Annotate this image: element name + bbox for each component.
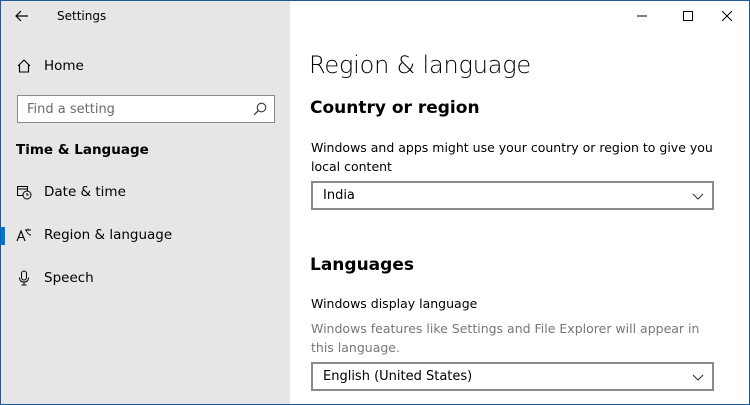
sidebar-item-speech[interactable]: Speech [1, 262, 290, 294]
close-icon [722, 11, 732, 21]
country-dropdown[interactable]: India [311, 181, 714, 210]
country-description: Windows and apps might use your country … [311, 140, 713, 174]
microphone-icon [15, 269, 33, 287]
display-language-description: Windows features like Settings and File … [311, 321, 700, 355]
home-icon [15, 57, 33, 75]
sidebar-item-label: Speech [44, 270, 94, 286]
dropdown-value: India [323, 188, 355, 203]
sidebar-item-label: Date & time [44, 184, 126, 200]
languages-heading: Languages [310, 255, 414, 275]
minimize-icon [637, 15, 647, 17]
selection-indicator [1, 227, 5, 245]
app-title: Settings [57, 9, 107, 23]
dropdown-value: English (United States) [323, 369, 473, 384]
title-bar: Settings [1, 1, 290, 32]
sidebar-item-region-language[interactable]: Region & language [1, 219, 290, 251]
calendar-clock-icon [15, 183, 33, 201]
search-field[interactable] [17, 95, 275, 123]
display-language-label: Windows display language [311, 296, 478, 311]
back-button[interactable] [7, 4, 37, 28]
minimize-button[interactable] [619, 1, 665, 31]
back-arrow-icon [15, 10, 28, 22]
display-language-dropdown[interactable]: English (United States) [311, 362, 714, 391]
maximize-icon [683, 11, 693, 21]
section-header: Time & Language [16, 142, 149, 158]
language-icon [15, 226, 33, 244]
sidebar: Settings Home Time & Language [1, 1, 290, 404]
sidebar-item-date-time[interactable]: Date & time [1, 176, 290, 208]
country-heading: Country or region [310, 98, 480, 118]
search-input[interactable] [18, 96, 248, 122]
search-icon[interactable] [252, 101, 268, 117]
chevron-down-icon [692, 374, 704, 381]
sidebar-item-home[interactable]: Home [1, 50, 290, 82]
page-title: Region & language [309, 51, 531, 79]
sidebar-item-label: Region & language [44, 227, 173, 243]
close-button[interactable] [704, 1, 750, 31]
sidebar-item-label: Home [44, 58, 84, 74]
settings-window: Settings Home Time & Language [0, 0, 750, 405]
main-content: Region & language Country or region Wind… [290, 1, 749, 404]
chevron-down-icon [692, 193, 704, 200]
